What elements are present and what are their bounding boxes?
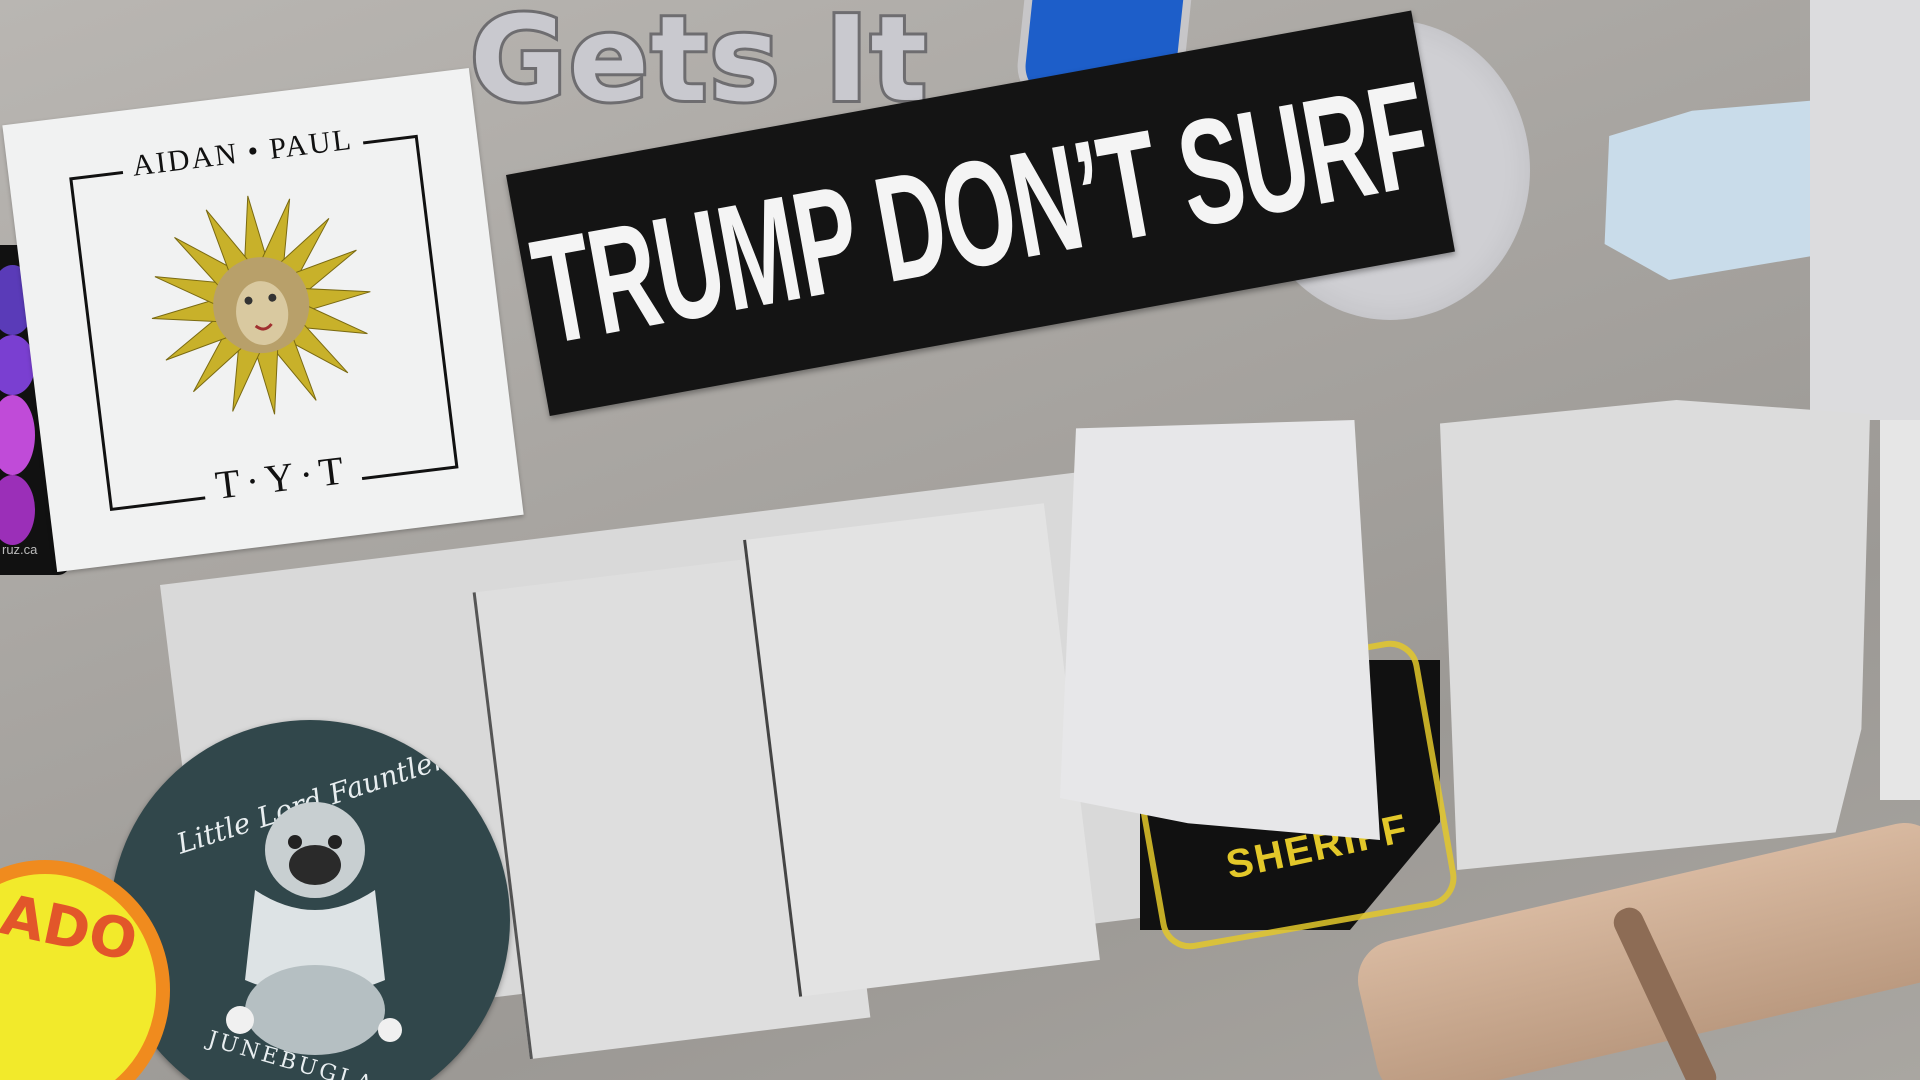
torn-blue-sticker	[1604, 100, 1830, 280]
torn-paper-right	[1440, 400, 1870, 870]
aidan-paul-sticker: AIDAN • PAUL T·Y·T	[2, 68, 524, 572]
pug-icon	[226, 802, 402, 1055]
torn-paper-center	[1060, 420, 1380, 840]
right-paper-strip-lower	[1880, 420, 1920, 800]
sticker-wall: Gets It ruz.ca AIDAN • PAUL T·Y·T TRUMP …	[0, 0, 1920, 1080]
lion-sunflower-icon	[151, 195, 371, 415]
purple-sticker-caption: ruz.ca	[2, 542, 38, 557]
white-sticker-right	[743, 503, 1100, 997]
gets-it-sticker-text: Gets It	[467, 0, 930, 131]
right-paper-strip	[1810, 0, 1920, 420]
